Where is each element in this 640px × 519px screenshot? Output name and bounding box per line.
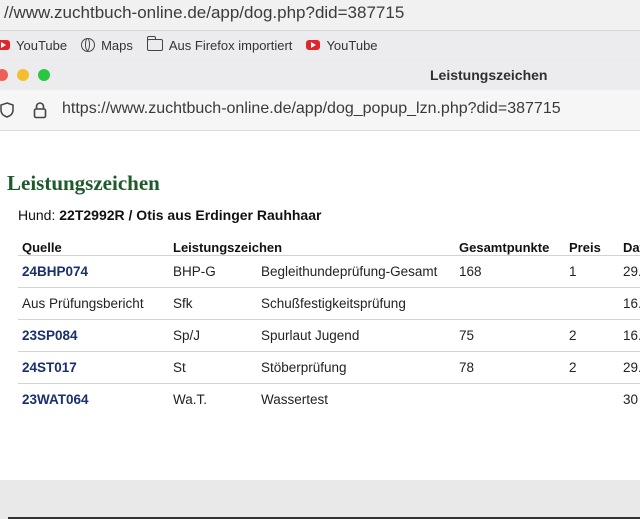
table-row: 23WAT064 Wa.T. Wassertest 30 xyxy=(18,383,640,415)
quelle-link[interactable]: 24ST017 xyxy=(18,351,169,384)
background-url[interactable]: //www.zuchtbuch-online.de/app/dog.php?di… xyxy=(4,3,404,23)
lock-icon[interactable] xyxy=(33,101,47,119)
cell-points: 168 xyxy=(455,255,565,288)
popup-window: Leistungszeichen https://www.zuchtbuch-o… xyxy=(0,60,640,519)
youtube-icon xyxy=(0,40,10,50)
cell-preis xyxy=(565,383,619,415)
dog-value: 22T2992R / Otis aus Erdinger Rauhhaar xyxy=(59,207,322,223)
popup-address-bar[interactable]: https://www.zuchtbuch-online.de/app/dog_… xyxy=(0,90,640,131)
cell-title: Wassertest xyxy=(257,383,455,415)
bookmark-youtube-1[interactable]: YouTube xyxy=(0,38,67,53)
cell-title: Begleithundeprüfung-Gesamt xyxy=(257,255,455,288)
column-header-preis: Preis xyxy=(569,240,601,255)
minimize-window-button[interactable] xyxy=(17,69,29,81)
table-header-row: Quelle Leistungszeichen Gesamtpunkte Pre… xyxy=(18,225,640,256)
dog-info: Hund: 22T2992R / Otis aus Erdinger Rauhh… xyxy=(18,207,321,223)
cell-abbreviation: St xyxy=(169,351,257,384)
cell-date: 30 xyxy=(619,383,640,415)
cell-preis xyxy=(565,287,619,320)
cell-abbreviation: BHP-G xyxy=(169,255,257,288)
bookmark-label: YouTube xyxy=(16,37,68,53)
bookmark-folder-firefox[interactable]: Aus Firefox importiert xyxy=(146,36,293,53)
popup-titlebar[interactable]: Leistungszeichen xyxy=(0,60,640,90)
cell-date: 29.0 xyxy=(619,255,640,288)
page-title: Leistungszeichen xyxy=(7,171,160,195)
popup-url[interactable]: https://www.zuchtbuch-online.de/app/dog_… xyxy=(62,100,561,118)
table-row: 24ST017 St Stöberprüfung 78 2 29. xyxy=(18,351,640,384)
cell-abbreviation: Sp/J xyxy=(169,319,257,352)
bookmarks-bar: YouTube Maps Aus Firefox importiert YouT… xyxy=(0,31,640,59)
quelle-text: Aus Prüfungsbericht xyxy=(18,287,169,320)
cell-title: Stöberprüfung xyxy=(257,351,455,384)
cell-abbreviation: Wa.T. xyxy=(169,383,257,415)
popup-window-title: Leistungszeichen xyxy=(430,67,548,83)
background-address-bar[interactable]: //www.zuchtbuch-online.de/app/dog.php?di… xyxy=(0,0,640,31)
cell-abbreviation: Sfk xyxy=(169,287,257,320)
table-row: 23SP084 Sp/J Spurlaut Jugend 75 2 16. xyxy=(18,319,640,352)
folder-icon xyxy=(146,36,163,51)
dog-label: Hund: xyxy=(18,207,56,223)
shield-icon[interactable] xyxy=(0,102,14,118)
quelle-link[interactable]: 24BHP074 xyxy=(18,255,169,288)
cell-date: 29. xyxy=(619,351,640,384)
bookmark-youtube-2[interactable]: YouTube xyxy=(306,37,378,53)
cell-title: Schußfestigkeitsprüfung xyxy=(257,287,455,320)
cell-points: 78 xyxy=(455,351,565,384)
cell-points xyxy=(455,287,565,320)
column-header-datum: Datu xyxy=(623,240,640,255)
quelle-link[interactable]: 23SP084 xyxy=(18,319,169,352)
bookmark-label: Maps xyxy=(101,37,133,53)
cell-points: 75 xyxy=(455,319,565,352)
bookmark-label: Aus Firefox importiert xyxy=(168,37,293,53)
bookmark-maps[interactable]: Maps xyxy=(81,38,133,53)
youtube-icon xyxy=(306,40,321,50)
leistungszeichen-table: Quelle Leistungszeichen Gesamtpunkte Pre… xyxy=(18,225,640,415)
column-header-gesamtpunkte: Gesamtpunkte xyxy=(459,240,550,255)
bookmark-label: YouTube xyxy=(326,37,378,53)
quelle-link[interactable]: 23WAT064 xyxy=(18,383,169,415)
close-window-button[interactable] xyxy=(0,69,8,81)
cell-preis: 2 xyxy=(565,319,619,352)
cell-preis: 2 xyxy=(565,351,619,384)
table-row: Aus Prüfungsbericht Sfk Schußfestigkeits… xyxy=(18,287,640,320)
maximize-window-button[interactable] xyxy=(38,69,50,81)
column-header-quelle: Quelle xyxy=(22,240,62,255)
globe-icon xyxy=(81,38,96,52)
cell-title: Spurlaut Jugend xyxy=(257,319,455,352)
cell-points xyxy=(455,383,565,415)
table-row: 24BHP074 BHP-G Begleithundeprüfung-Gesam… xyxy=(18,255,640,288)
cell-date: 16. xyxy=(619,287,640,320)
column-header-leistungszeichen: Leistungszeichen xyxy=(173,240,283,255)
cell-preis: 1 xyxy=(565,255,619,288)
cell-date: 16. xyxy=(619,319,640,352)
